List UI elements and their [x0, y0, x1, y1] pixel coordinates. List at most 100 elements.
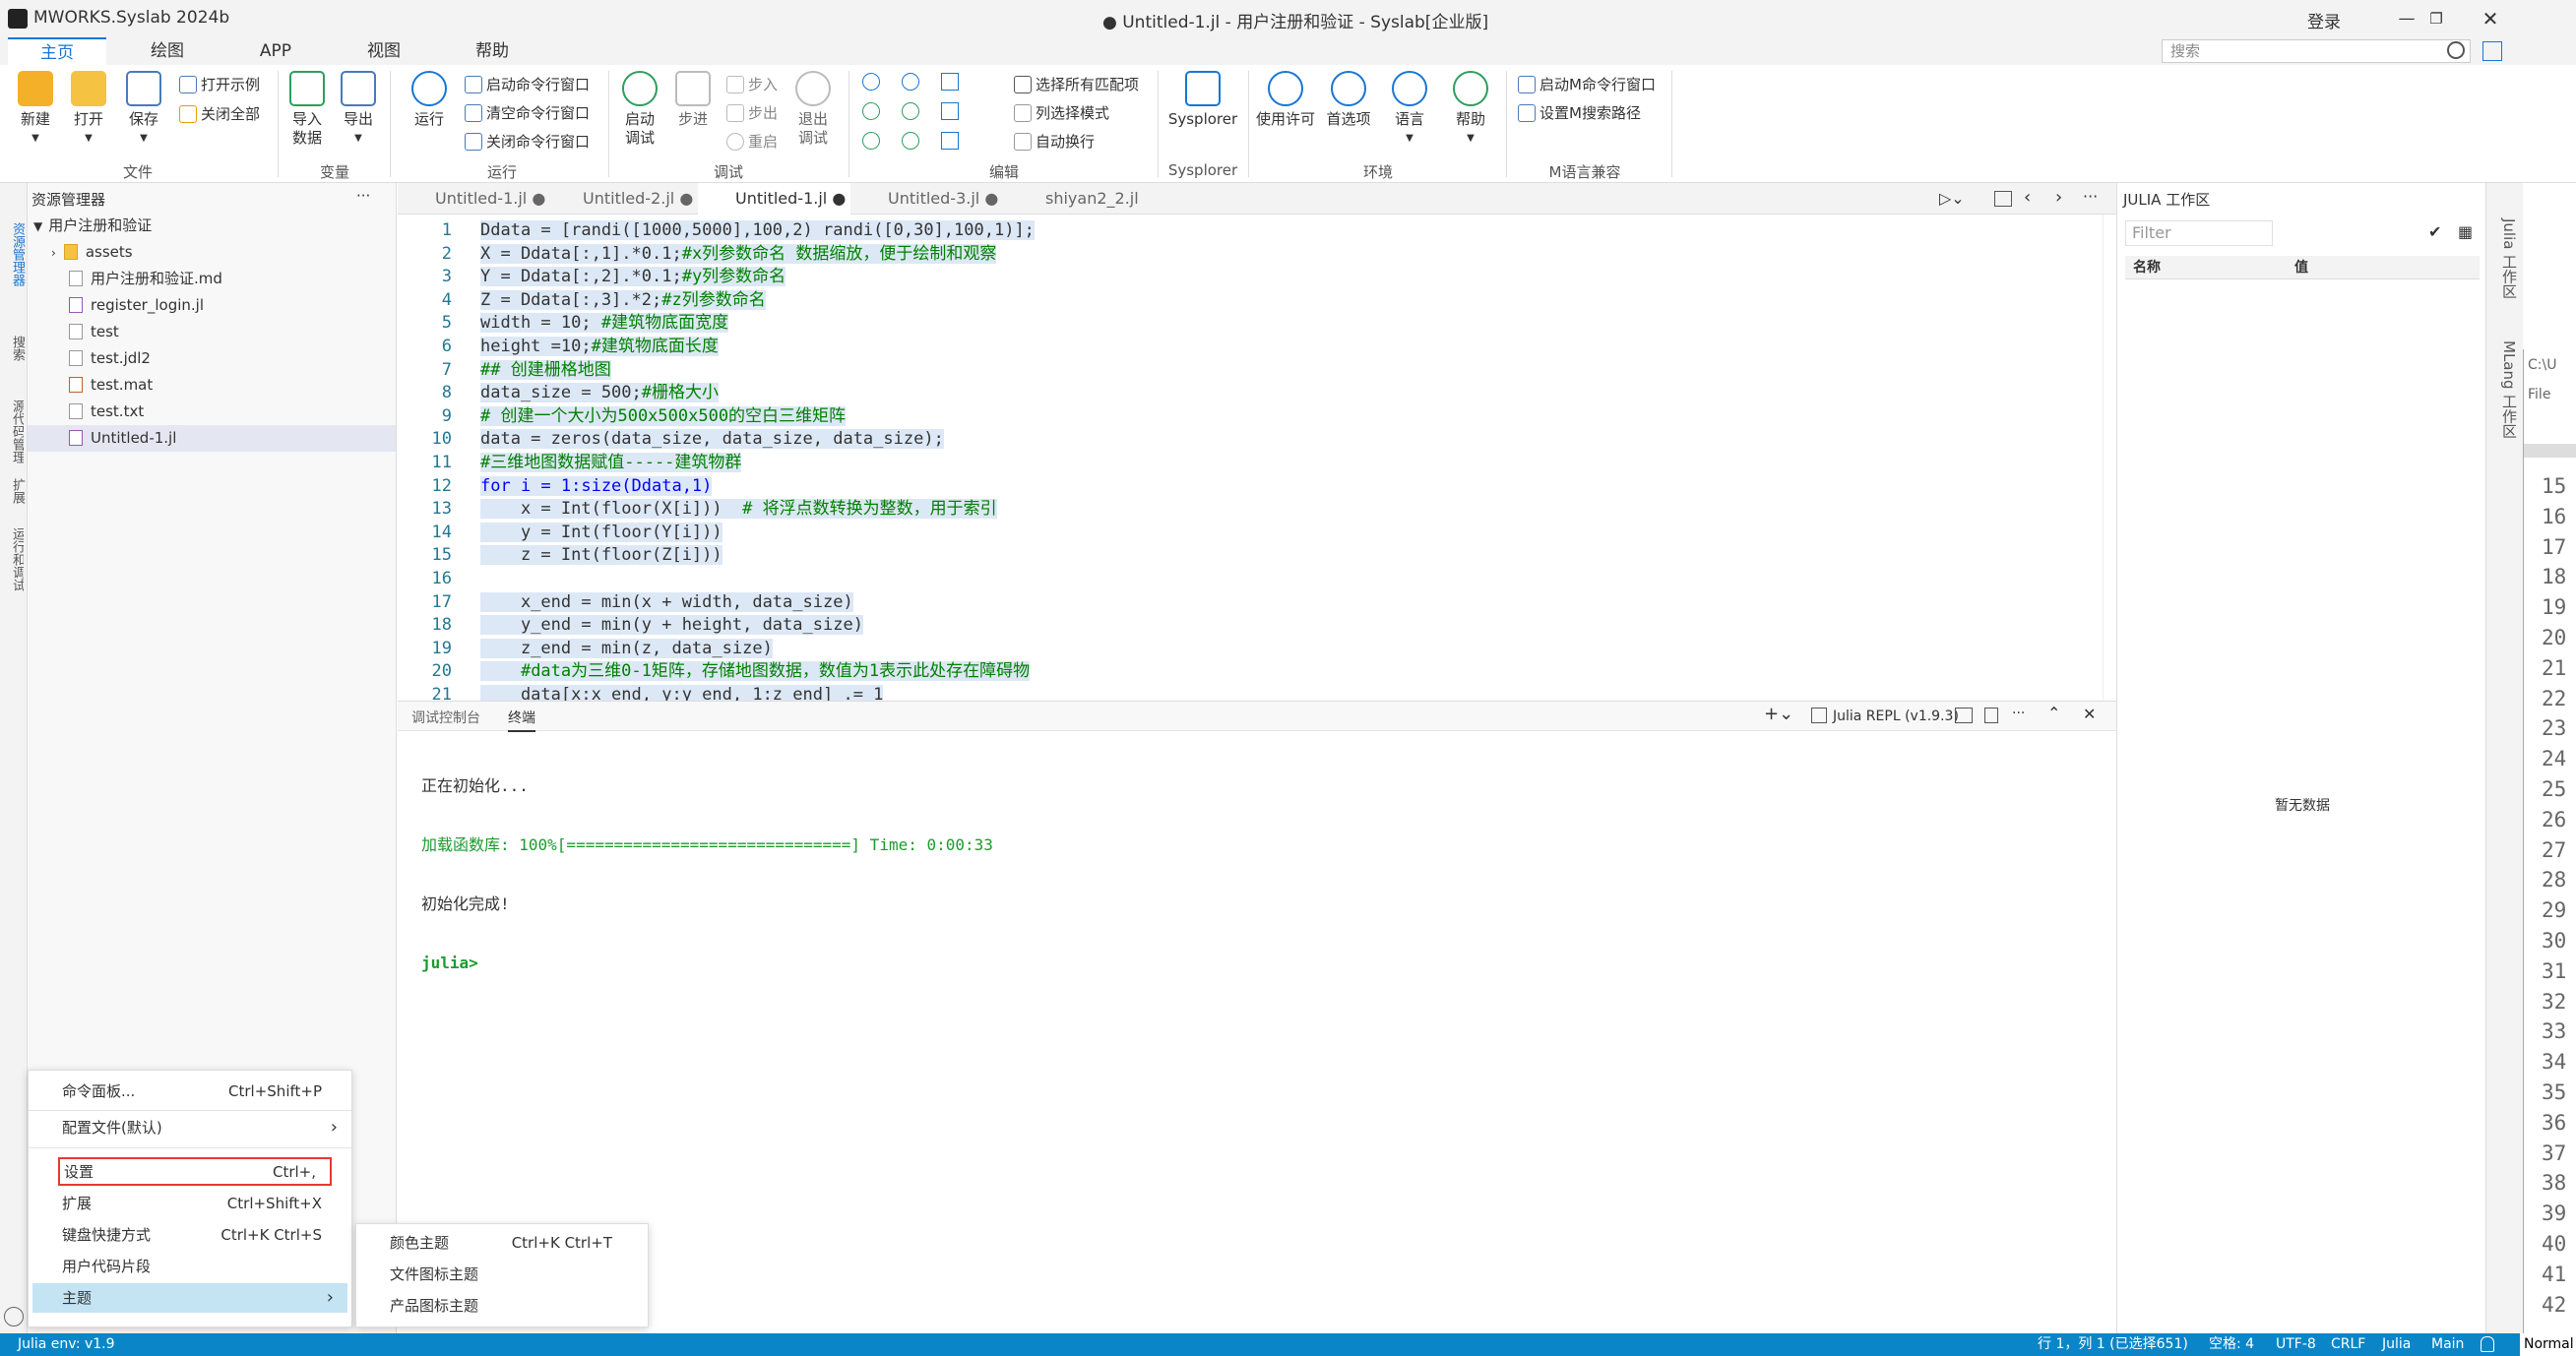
- tree-item[interactable]: test.mat: [69, 372, 153, 399]
- uncomment-icon[interactable]: [902, 102, 919, 120]
- tree-item[interactable]: test: [69, 319, 119, 345]
- start-debug-button[interactable]: 启动 调试: [616, 71, 663, 148]
- editor-tab-active[interactable]: Untitled-1.jl ●: [698, 183, 850, 215]
- save-button[interactable]: 保存 ▼: [120, 71, 167, 148]
- editor-tab[interactable]: Untitled-3.jl ●: [850, 183, 1008, 215]
- submenu-item-product-icon-theme[interactable]: 产品图标主题: [356, 1291, 648, 1321]
- tree-item[interactable]: register_login.jl: [69, 292, 204, 319]
- close-all-button[interactable]: 关闭全部: [179, 102, 260, 126]
- nav-back-icon[interactable]: [862, 73, 880, 91]
- tab-home[interactable]: 主页: [8, 37, 106, 65]
- indent-icon[interactable]: [862, 132, 880, 150]
- layout-icon[interactable]: [2482, 41, 2502, 61]
- tree-item[interactable]: test.jdl2: [69, 345, 151, 372]
- export-button[interactable]: 导出 ▼: [337, 71, 380, 148]
- cursor-position[interactable]: 行 1，列 1 (已选择651): [2038, 1333, 2188, 1356]
- import-data-button[interactable]: 导入 数据: [285, 71, 329, 148]
- run-file-icon[interactable]: ▷⌄: [1939, 189, 1965, 208]
- grid-icon[interactable]: ▦: [2458, 222, 2473, 241]
- filter-input[interactable]: Filter: [2125, 220, 2273, 246]
- nav-forward-icon[interactable]: [902, 73, 919, 91]
- maximize-panel-icon[interactable]: ⌃: [2047, 704, 2060, 722]
- eol-status[interactable]: CRLF: [2331, 1333, 2365, 1356]
- auto-wrap-checkbox[interactable]: 自动换行: [1014, 130, 1095, 154]
- tree-item[interactable]: 用户注册和验证.md: [69, 266, 222, 292]
- trash-icon[interactable]: [1984, 708, 1998, 723]
- menu-item-theme[interactable]: 主题 ›: [32, 1283, 347, 1313]
- format-icon[interactable]: [941, 132, 959, 150]
- step-out-button[interactable]: 步出: [726, 101, 778, 125]
- outdent-icon[interactable]: [902, 132, 919, 150]
- column-select-checkbox[interactable]: 列选择模式: [1014, 101, 1109, 125]
- menu-item-command-palette[interactable]: 命令面板... Ctrl+Shift+P: [29, 1077, 351, 1106]
- prev-icon[interactable]: ‹: [2024, 187, 2031, 208]
- editor-tab[interactable]: Untitled-2.jl ●: [545, 183, 698, 215]
- restore-icon[interactable]: ❐: [2421, 4, 2451, 33]
- search-input[interactable]: 搜索: [2162, 39, 2471, 63]
- tree-item-selected[interactable]: Untitled-1.jl: [28, 425, 396, 452]
- language-status[interactable]: Julia: [2382, 1333, 2411, 1356]
- set-m-path-button[interactable]: 设置M搜索路径: [1518, 101, 1641, 125]
- broom-icon[interactable]: ✔: [2428, 222, 2441, 241]
- menu-item-settings[interactable]: 设置 Ctrl+,: [58, 1157, 332, 1186]
- help-button[interactable]: 帮助 ▼: [1443, 71, 1498, 148]
- julia-workspace-tab[interactable]: Julia 工作区: [2496, 218, 2518, 317]
- julia-env-status[interactable]: Julia env: v1.9: [18, 1333, 115, 1356]
- tab-plot[interactable]: 绘图: [128, 37, 207, 65]
- restart-button[interactable]: 重启: [726, 130, 778, 154]
- open-button[interactable]: 打开 ▼: [65, 71, 112, 148]
- activity-search[interactable]: 搜索: [4, 336, 25, 361]
- code-editor[interactable]: 1 Ddata = [randi([1000,5000],100,2) randi…: [398, 215, 2116, 705]
- tab-debug-console[interactable]: 调试控制台: [411, 708, 480, 727]
- menu-item-user-snippets[interactable]: 用户代码片段: [29, 1252, 351, 1281]
- next-icon[interactable]: ›: [2055, 187, 2062, 208]
- start-cmd-button[interactable]: 启动命令行窗口: [465, 73, 590, 96]
- open-example-button[interactable]: 打开示例: [179, 73, 260, 96]
- start-m-cmd-button[interactable]: 启动M命令行窗口: [1518, 73, 1656, 96]
- step-button[interactable]: 步进: [671, 71, 715, 129]
- bookmark-next-icon[interactable]: [941, 102, 959, 120]
- close-panel-icon[interactable]: ✕: [2083, 705, 2096, 723]
- login-link[interactable]: 登录: [2307, 8, 2341, 32]
- repl-label[interactable]: Julia REPL (v1.9.3): [1833, 709, 1959, 724]
- bookmark-icon[interactable]: [941, 73, 959, 91]
- activity-scm[interactable]: 源代码管理: [4, 400, 24, 478]
- search-icon[interactable]: [2447, 41, 2465, 59]
- editor-tab[interactable]: shiyan2_2.jl: [1008, 183, 1156, 215]
- select-all-match-button[interactable]: 选择所有匹配项: [1014, 73, 1139, 96]
- more-icon[interactable]: ···: [2012, 706, 2025, 721]
- mlang-workspace-tab[interactable]: MLang 工作区: [2496, 340, 2518, 459]
- submenu-item-file-icon-theme[interactable]: 文件图标主题: [356, 1260, 648, 1289]
- language-button[interactable]: 语言 ▼: [1382, 71, 1437, 148]
- tab-view[interactable]: 视图: [345, 37, 423, 65]
- tree-item-assets[interactable]: › assets: [51, 239, 133, 266]
- more-icon[interactable]: ···: [2083, 187, 2098, 206]
- run-button[interactable]: 运行: [406, 71, 453, 129]
- preferences-button[interactable]: 首选项: [1321, 71, 1376, 129]
- explorer-more-icon[interactable]: ···: [356, 187, 370, 205]
- tab-help[interactable]: 帮助: [453, 37, 532, 65]
- sysplorer-button[interactable]: Sysplorer: [1163, 71, 1242, 129]
- tab-app[interactable]: APP: [236, 37, 315, 65]
- encoding-status[interactable]: UTF-8: [2276, 1333, 2316, 1356]
- submenu-item-color-theme[interactable]: 颜色主题 Ctrl+K Ctrl+T: [356, 1228, 648, 1258]
- activity-extensions[interactable]: 扩展: [4, 478, 25, 504]
- branch-status[interactable]: Main: [2431, 1333, 2464, 1356]
- tree-item[interactable]: test.txt: [69, 399, 144, 425]
- editor-scrollbar[interactable]: [2103, 215, 2116, 701]
- terminal-output[interactable]: 正在初始化... 加载函数库: 100%[===================…: [421, 737, 993, 1013]
- project-folder[interactable]: ▼ 用户注册和验证: [33, 213, 152, 239]
- comment-icon[interactable]: [862, 102, 880, 120]
- minimize-icon[interactable]: —: [2392, 4, 2421, 33]
- activity-explorer[interactable]: 资源管理器: [4, 222, 25, 286]
- exit-debug-button[interactable]: 退出 调试: [791, 71, 835, 148]
- manage-gear-icon[interactable]: [4, 1307, 24, 1326]
- tab-terminal[interactable]: 终端: [508, 708, 535, 732]
- license-button[interactable]: 使用许可: [1254, 71, 1317, 129]
- split-editor-icon[interactable]: [1994, 191, 2012, 207]
- activity-run-debug[interactable]: 运行和调试: [4, 527, 24, 626]
- new-button[interactable]: 新建 ▼: [12, 71, 59, 148]
- split-terminal-icon[interactable]: [1955, 708, 1973, 723]
- indent-status[interactable]: 空格: 4: [2209, 1333, 2254, 1356]
- menu-item-profile[interactable]: 配置文件(默认) ›: [29, 1113, 351, 1142]
